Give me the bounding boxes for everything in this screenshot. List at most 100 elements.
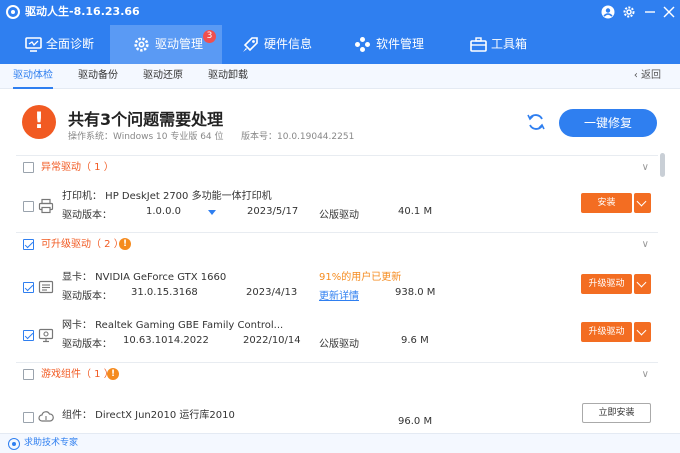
- driver-version-value: 10.63.1014.2022: [123, 335, 209, 346]
- window-title: 驱动人生-8.16.23.66: [25, 5, 140, 18]
- tab-hardware-info[interactable]: 硬件信息: [222, 25, 332, 64]
- subtab-driver-restore[interactable]: 驱动还原: [143, 64, 183, 89]
- app-logo-icon: [6, 5, 20, 19]
- row-checkbox[interactable]: [23, 330, 34, 341]
- driver-version-label: 驱动版本：: [62, 339, 112, 350]
- warning-icon: !: [119, 238, 131, 250]
- settings-gear-icon[interactable]: [620, 3, 638, 21]
- update-rate-note: 91%的用户已更新: [319, 272, 402, 283]
- device-name: 网卡： Realtek Gaming GBE Family Control...: [62, 320, 284, 331]
- tab-software-management[interactable]: 软件管理: [332, 25, 444, 64]
- group-title: 异常驱动（ 1 ）: [41, 162, 114, 173]
- driver-row-network: 网卡： Realtek Gaming GBE Family Control...…: [16, 311, 658, 356]
- chevron-down-icon[interactable]: [634, 322, 651, 342]
- component-name: 组件： DirectX Jun2010 运行库2010: [62, 410, 235, 421]
- main-nav: 全面诊断 驱动管理 3 硬件信息 软件管理 工具箱: [0, 25, 680, 64]
- footer-bar: 求助技术专家: [0, 433, 680, 453]
- tab-label: 硬件信息: [264, 37, 313, 51]
- driver-kind: 公版驱动: [319, 210, 359, 221]
- user-icon[interactable]: [599, 3, 617, 21]
- back-label: 返回: [641, 70, 661, 81]
- tab-driver-management[interactable]: 驱动管理 3: [110, 25, 222, 64]
- device-name: 打印机： HP DeskJet 2700 多功能一体打印机: [62, 191, 272, 202]
- monitor-icon: [25, 37, 42, 52]
- ask-expert-link[interactable]: 求助技术专家: [24, 434, 78, 453]
- version-dropdown-icon[interactable]: [208, 210, 216, 215]
- software-grid-icon: [355, 37, 370, 52]
- tab-label: 全面诊断: [46, 37, 95, 51]
- driver-size: 40.1 M: [398, 206, 433, 217]
- minimize-icon[interactable]: [641, 3, 659, 21]
- network-card-icon: [38, 328, 54, 343]
- driver-row-gpu: 显卡： NVIDIA GeForce GTX 1660 驱动版本： 31.0.1…: [16, 263, 658, 308]
- driver-size: 938.0 M: [395, 287, 436, 298]
- group-title: 可升级驱动（ 2 ）: [41, 239, 124, 250]
- fix-all-button[interactable]: 一键修复: [559, 109, 657, 137]
- driver-list: 异常驱动（ 1 ） ∨ 打印机： HP DeskJet 2700 多功能一体打印…: [16, 153, 658, 431]
- tab-label: 工具箱: [491, 37, 528, 51]
- sub-nav: 驱动体检 驱动备份 驱动还原 驱动卸载 ‹ 返回: [0, 64, 680, 89]
- chevron-down-icon[interactable]: [634, 193, 651, 213]
- chevron-down-icon[interactable]: ∨: [642, 233, 649, 256]
- group-game-components[interactable]: 游戏组件（ 1 ） ! ∨: [16, 362, 658, 385]
- install-now-button[interactable]: 立即安装: [582, 403, 651, 423]
- component-row-directx: 组件： DirectX Jun2010 运行库2010 96.0 M 立即安装: [16, 393, 658, 431]
- gear-icon: [134, 37, 149, 52]
- tab-full-diagnosis[interactable]: 全面诊断: [0, 25, 110, 64]
- install-button[interactable]: 安装: [581, 193, 632, 213]
- subtab-driver-uninstall[interactable]: 驱动卸载: [208, 64, 248, 89]
- upgrade-driver-button[interactable]: 升级驱动: [581, 274, 632, 294]
- back-button[interactable]: ‹ 返回: [634, 64, 661, 88]
- component-size: 96.0 M: [398, 416, 433, 427]
- toolbox-icon: [470, 37, 487, 52]
- group-upgradable-drivers[interactable]: 可升级驱动（ 2 ） ! ∨: [16, 232, 658, 255]
- list-scrollbar[interactable]: [660, 153, 665, 177]
- group-title: 游戏组件（ 1 ）: [41, 369, 114, 380]
- summary-panel: ! 共有3个问题需要处理 操作系统：Windows 10 专业版 64 位 版本…: [0, 90, 680, 152]
- title-bar: 驱动人生-8.16.23.66: [0, 0, 680, 25]
- rocket-icon: [243, 37, 258, 52]
- group-checkbox[interactable]: [23, 369, 34, 380]
- driver-date: 2023/4/13: [246, 287, 298, 298]
- gpu-icon: [38, 280, 54, 294]
- cloud-icon: [38, 411, 54, 422]
- driver-row-printer: 打印机： HP DeskJet 2700 多功能一体打印机 驱动版本： 1.0.…: [16, 182, 658, 227]
- group-abnormal-drivers[interactable]: 异常驱动（ 1 ） ∨: [16, 155, 658, 178]
- app-window: 驱动人生-8.16.23.66 全面诊断 驱动管理 3 硬件信息 软件管理 工具…: [0, 0, 680, 453]
- group-checkbox[interactable]: [23, 162, 34, 173]
- refresh-icon[interactable]: [526, 112, 546, 132]
- row-checkbox[interactable]: [23, 412, 34, 423]
- chevron-left-icon: ‹: [633, 70, 641, 81]
- tab-toolbox[interactable]: 工具箱: [444, 25, 554, 64]
- help-expert-icon: [8, 438, 20, 450]
- os-info: 操作系统：Windows 10 专业版 64 位: [68, 132, 224, 142]
- subtab-driver-backup[interactable]: 驱动备份: [78, 64, 118, 89]
- driver-version-label: 驱动版本：: [62, 210, 112, 221]
- warning-icon: !: [107, 368, 119, 380]
- chevron-down-icon[interactable]: ∨: [642, 156, 649, 179]
- exclamation-alert-icon: !: [22, 105, 56, 139]
- update-details-link[interactable]: 更新详情: [319, 287, 359, 302]
- driver-version-value: 1.0.0.0: [146, 206, 181, 217]
- driver-date: 2023/5/17: [247, 206, 299, 217]
- device-name: 显卡： NVIDIA GeForce GTX 1660: [62, 272, 227, 283]
- row-checkbox[interactable]: [23, 201, 34, 212]
- driver-date: 2022/10/14: [243, 335, 301, 346]
- driver-version-value: 31.0.15.3168: [131, 287, 198, 298]
- subtab-driver-checkup[interactable]: 驱动体检: [13, 64, 53, 89]
- row-checkbox[interactable]: [23, 282, 34, 293]
- tab-label: 驱动管理: [155, 37, 204, 51]
- driver-version-label: 驱动版本：: [62, 291, 112, 302]
- close-icon[interactable]: [660, 3, 678, 21]
- printer-icon: [38, 198, 54, 214]
- summary-heading: 共有3个问题需要处理: [68, 110, 224, 129]
- upgrade-driver-button[interactable]: 升级驱动: [581, 322, 632, 342]
- driver-kind: 公版驱动: [319, 339, 359, 350]
- group-checkbox[interactable]: [23, 239, 34, 250]
- tab-label: 软件管理: [376, 37, 425, 51]
- chevron-down-icon[interactable]: ∨: [642, 363, 649, 386]
- notification-badge: 3: [203, 30, 216, 43]
- driver-size: 9.6 M: [401, 335, 429, 346]
- chevron-down-icon[interactable]: [634, 274, 651, 294]
- os-version: 版本号：10.0.19044.2251: [241, 132, 355, 142]
